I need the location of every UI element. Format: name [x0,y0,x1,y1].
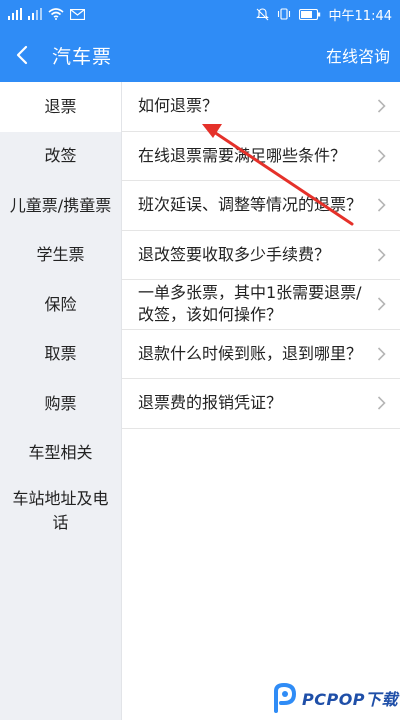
faq-panel: 如何退票？ 在线退票需要满足哪些条件？ 班次延误、调整等情况的退票？ 退改签要收… [121,82,400,720]
back-button[interactable] [0,28,44,82]
faq-item-refund-arrival[interactable]: 退款什么时候到账，退到哪里？ [122,330,400,379]
faq-item-partial-refund[interactable]: 一单多张票，其中1张需要退票/改签，该如何操作？ [122,280,400,330]
signal-icon-2 [28,8,42,20]
status-time: 中午11:44 [328,8,392,24]
mail-icon [70,8,85,20]
sidebar-item-insurance[interactable]: 保险 [0,280,121,330]
chevron-left-icon [16,45,28,65]
faq-item-text: 一单多张票，其中1张需要退票/改签，该如何操作？ [138,283,362,325]
mute-bell-icon [255,7,269,20]
faq-item-text: 班次延误、调整等情况的退票？ [138,195,363,215]
signal-icon [8,8,22,20]
faq-item-text: 如何退票？ [138,96,219,116]
chevron-right-icon [377,396,386,410]
faq-item-text: 退票费的报销凭证？ [138,393,283,413]
sidebar-item-vehicle-type[interactable]: 车型相关 [0,429,121,479]
online-consult-link[interactable]: 在线咨询 [326,43,390,67]
status-left-icons [8,8,85,20]
status-right-icons: 中午11:44 [255,5,392,24]
status-bar: 中午11:44 [0,0,400,28]
chevron-right-icon [377,198,386,212]
sidebar-item-student-ticket[interactable]: 学生票 [0,231,121,281]
chevron-right-icon [377,248,386,262]
faq-item-text: 在线退票需要满足哪些条件？ [138,145,347,165]
watermark-text: PCPOP下载 [302,690,399,709]
faq-list: 如何退票？ 在线退票需要满足哪些条件？ 班次延误、调整等情况的退票？ 退改签要收… [122,82,400,429]
category-sidebar: 退票 改签 儿童票/携童票 学生票 保险 取票 购票 车型相关 车站地址及电话 [0,82,121,720]
sidebar-item-ticket-pickup[interactable]: 取票 [0,330,121,380]
sidebar-item-refund[interactable]: 退票 [0,82,121,132]
chevron-right-icon [377,99,386,113]
faq-item-text: 退改签要收取多少手续费？ [138,244,331,264]
sidebar-item-reschedule[interactable]: 改签 [0,132,121,182]
vibrate-icon [277,8,290,20]
faq-item-text: 退款什么时候到账，退到哪里？ [138,343,363,363]
faq-item-receipt[interactable]: 退票费的报销凭证？ [122,379,400,429]
sidebar-item-child-ticket[interactable]: 儿童票/携童票 [0,181,121,231]
wifi-icon [48,8,64,20]
sidebar-item-station-address[interactable]: 车站地址及电话 [0,478,121,544]
chevron-right-icon [377,149,386,163]
app-header: 汽车票 在线咨询 [0,28,400,82]
pcpop-logo-icon [274,683,297,713]
faq-item-online-refund-conditions[interactable]: 在线退票需要满足哪些条件？ [122,132,400,181]
faq-item-fees[interactable]: 退改签要收取多少手续费？ [122,231,400,280]
page-title: 汽车票 [52,45,113,68]
battery-icon [298,8,320,20]
chevron-right-icon [377,347,386,361]
sidebar-item-purchase[interactable]: 购票 [0,379,121,429]
chevron-right-icon [377,297,386,311]
faq-item-how-to-refund[interactable]: 如何退票？ [122,82,400,132]
faq-item-delay-refund[interactable]: 班次延误、调整等情况的退票？ [122,181,400,231]
watermark: PCPOP下载 [272,683,398,713]
